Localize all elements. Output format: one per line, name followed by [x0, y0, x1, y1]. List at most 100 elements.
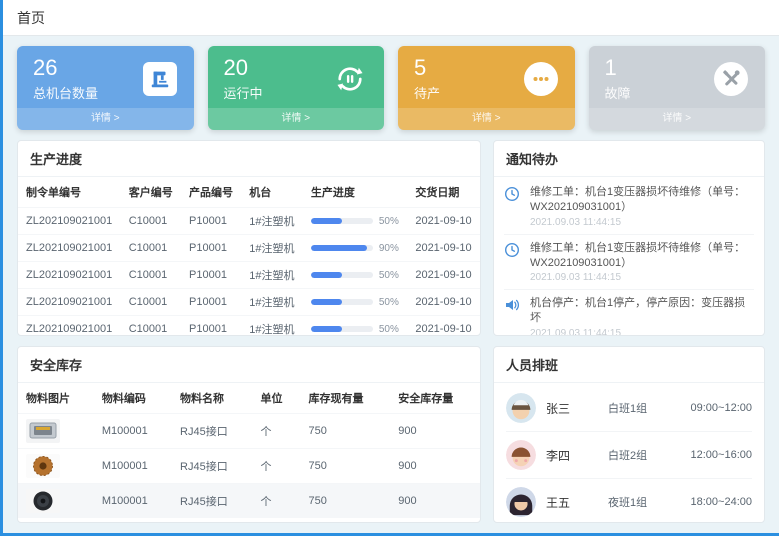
card-body: 20 运行中: [208, 46, 385, 108]
notice-time: 2021.09.03 11:44:15: [530, 217, 754, 228]
machine-icon: [142, 61, 178, 97]
speaker-icon: [504, 296, 522, 335]
stat-card-running[interactable]: 20 运行中 详情 >: [208, 46, 385, 130]
detail-link[interactable]: 详情 >: [589, 108, 766, 130]
detail-link[interactable]: 详情 >: [17, 108, 194, 130]
unit: 个: [253, 484, 301, 519]
top-grid: 生产进度 制令单编号 客户编号 产品编号 机台 生产进度 交货日期: [17, 140, 765, 336]
wangwu-avatar: [506, 487, 536, 517]
customer-no: C10001: [121, 289, 181, 316]
stat-card-total-machines[interactable]: 26 总机台数量: [17, 46, 194, 130]
delivery-date: 2021-09-10: [407, 235, 480, 262]
notifications-panel: 通知待办 维修工单：机台1变压器损坏待维修（单号：WX202109031001）…: [493, 140, 765, 336]
col-header: 单位: [253, 383, 301, 414]
stat-card-standby[interactable]: 5 待产 详情 >: [398, 46, 575, 130]
safety-stock: 900: [390, 414, 480, 449]
stat-card-fault[interactable]: 1 故障: [589, 46, 766, 130]
table-row: ZL202109021001 C10001 P10001 1#注塑机 50% 2…: [18, 316, 480, 337]
rj45-connector-photo: [26, 419, 60, 443]
panel-title: 通知待办: [494, 141, 764, 177]
detail-link[interactable]: 详情 >: [398, 108, 575, 130]
progress-label: 50%: [379, 324, 399, 335]
delivery-date: 2021-09-10: [407, 289, 480, 316]
notice-list: 维修工单：机台1变压器损坏待维修（单号：WX202109031001） 2021…: [494, 177, 764, 335]
order-no: ZL202109021001: [18, 262, 121, 289]
schedule-row: 王五 夜班1组 18:00~24:00: [506, 479, 752, 522]
bottom-grid: 安全库存 物料图片 物料编码 物料名称 单位 库存现有量 安全库存量: [17, 346, 765, 523]
unit: 个: [253, 414, 301, 449]
machine: 1#注塑机: [241, 208, 303, 235]
progress-bar: 50%: [311, 216, 400, 227]
notice-text: 维修工单：机台1变压器损坏待维修（单号：WX202109031001）: [530, 185, 754, 215]
inventory-table: 物料图片 物料编码 物料名称 单位 库存现有量 安全库存量: [18, 383, 480, 518]
tab-home[interactable]: 首页: [17, 8, 45, 28]
col-header: 安全库存量: [390, 383, 480, 414]
notice-text: 维修工单：机台1变压器损坏待维修（单号：WX202109031001）: [530, 241, 754, 271]
safety-stock: 900: [390, 484, 480, 519]
safety-stock: 900: [390, 449, 480, 484]
stat-value: 5: [414, 56, 440, 80]
col-header: 制令单编号: [18, 177, 121, 208]
production-table: 制令单编号 客户编号 产品编号 机台 生产进度 交货日期 ZL202109021…: [18, 177, 480, 336]
material-code: M100001: [94, 484, 172, 519]
fault-icon: [713, 61, 749, 97]
stock-on-hand: 750: [301, 414, 391, 449]
col-header: 产品编号: [181, 177, 241, 208]
panel-title: 人员排班: [494, 347, 764, 383]
shift-label: 白班2组: [608, 447, 681, 463]
production-panel: 生产进度 制令单编号 客户编号 产品编号 机台 生产进度 交货日期: [17, 140, 481, 336]
col-header: 机台: [241, 177, 303, 208]
col-header: 生产进度: [303, 177, 408, 208]
stat-label: 待产: [414, 83, 440, 102]
material-code: M100001: [94, 449, 172, 484]
material-code: M100001: [94, 414, 172, 449]
card-body: 26 总机台数量: [17, 46, 194, 108]
table-row: ZL202109021001 C10001 P10001 1#注塑机 50% 2…: [18, 208, 480, 235]
col-header: 物料编码: [94, 383, 172, 414]
machine: 1#注塑机: [241, 289, 303, 316]
zhangsan-avatar: [506, 393, 536, 423]
machine: 1#注塑机: [241, 262, 303, 289]
delivery-date: 2021-09-10: [407, 316, 480, 337]
staff-name: 李四: [546, 447, 598, 464]
customer-no: C10001: [121, 235, 181, 262]
customer-no: C10001: [121, 208, 181, 235]
stat-label: 运行中: [224, 83, 263, 102]
progress-label: 50%: [379, 270, 399, 281]
product-no: P10001: [181, 208, 241, 235]
material-name: RJ45接口: [172, 449, 252, 484]
table-header-row: 制令单编号 客户编号 产品编号 机台 生产进度 交货日期: [18, 177, 480, 208]
col-header: 库存现有量: [301, 383, 391, 414]
table-row: M100001 RJ45接口 个 750 900: [18, 449, 480, 484]
schedule-list: 张三 白班1组 09:00~12:00: [494, 383, 764, 522]
clock-icon: [504, 185, 522, 228]
stat-value: 26: [33, 56, 98, 80]
stock-on-hand: 750: [301, 449, 391, 484]
staff-name: 王五: [546, 494, 598, 511]
notice-item[interactable]: 维修工单：机台1变压器损坏待维修（单号：WX202109031001） 2021…: [504, 179, 754, 235]
dashboard-root: 首页 26 总机台数量: [0, 0, 779, 536]
detail-link[interactable]: 详情 >: [208, 108, 385, 130]
card-body: 5 待产: [398, 46, 575, 108]
topbar: 首页: [3, 0, 779, 36]
product-no: P10001: [181, 316, 241, 337]
notice-item[interactable]: 维修工单：机台1变压器损坏待维修（单号：WX202109031001） 2021…: [504, 235, 754, 291]
progress-bar: 90%: [311, 243, 400, 254]
delivery-date: 2021-09-10: [407, 208, 480, 235]
product-no: P10001: [181, 289, 241, 316]
order-no: ZL202109021001: [18, 235, 121, 262]
table-row: ZL202109021001 C10001 P10001 1#注塑机 50% 2…: [18, 289, 480, 316]
notice-item[interactable]: 机台停产：机台1停产，停产原因：变压器损坏 2021.09.03 11:44:1…: [504, 290, 754, 335]
progress-bar: 50%: [311, 270, 400, 281]
panel-title: 安全库存: [18, 347, 480, 383]
progress-bar: 50%: [311, 297, 400, 308]
content-area: 26 总机台数量: [3, 36, 779, 533]
table-row: M100001 RJ45接口 个 750 900: [18, 484, 480, 519]
coil-photo: [26, 454, 60, 478]
shift-time: 12:00~16:00: [691, 449, 752, 461]
progress-label: 50%: [379, 297, 399, 308]
machine: 1#注塑机: [241, 235, 303, 262]
standby-icon: [523, 61, 559, 97]
shift-label: 白班1组: [608, 400, 681, 416]
running-icon: [332, 61, 368, 97]
